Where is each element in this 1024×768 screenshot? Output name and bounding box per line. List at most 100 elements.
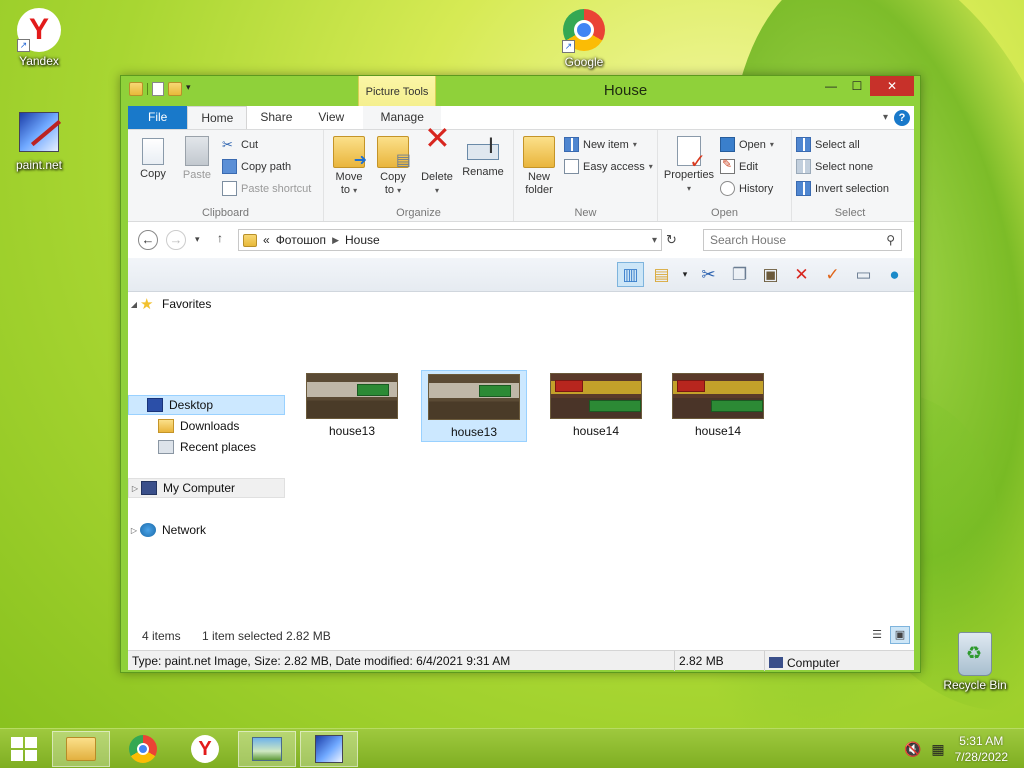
speaker-muted-icon[interactable]: 🔇 xyxy=(904,741,921,758)
tab-view[interactable]: View xyxy=(305,106,357,129)
help-button[interactable]: ? xyxy=(894,109,910,126)
chevron-down-icon: ▾ xyxy=(648,162,653,171)
invert-selection-button[interactable]: Invert selection xyxy=(796,179,904,198)
computer-icon xyxy=(769,657,783,668)
properties-button[interactable]: Properties ▾ xyxy=(662,134,716,198)
file-item[interactable]: house13 xyxy=(421,370,527,442)
expand-arrow-icon[interactable]: ▷ xyxy=(128,526,140,535)
address-overflow[interactable]: « xyxy=(263,233,270,247)
up-button[interactable]: ↑ xyxy=(217,231,223,245)
nav-item-desktop[interactable]: Desktop xyxy=(128,395,285,415)
copy-icon[interactable]: ❐ xyxy=(726,262,753,287)
chrome-icon xyxy=(129,735,157,763)
select-none-button[interactable]: Select none xyxy=(796,157,904,176)
image-thumbnail xyxy=(428,374,520,420)
file-item[interactable]: house14 xyxy=(665,370,771,442)
history-button[interactable]: History xyxy=(720,179,774,198)
move-to-button[interactable]: Move to ▾ xyxy=(328,134,370,197)
rename-button[interactable]: Rename xyxy=(460,134,506,197)
expand-arrow-icon[interactable]: ▷ xyxy=(129,484,141,493)
downloads-icon xyxy=(158,419,174,433)
tab-file[interactable]: File xyxy=(128,106,188,129)
taskbar-photo-viewer[interactable] xyxy=(238,731,296,767)
large-icons-view-icon[interactable]: ▣ xyxy=(890,626,910,644)
cut-label: Cut xyxy=(241,138,259,151)
move-to-label: Move xyxy=(335,171,363,183)
file-item[interactable]: house14 xyxy=(543,370,649,442)
address-bar[interactable]: « Фотошоп ▶ House ▾ xyxy=(238,229,662,251)
search-icon[interactable]: ⚲ xyxy=(886,233,901,247)
yandex-icon: Y xyxy=(191,735,219,763)
close-button[interactable]: ✕ xyxy=(870,76,914,96)
scissors-icon xyxy=(222,137,237,152)
paste-icon[interactable]: ▣ xyxy=(757,262,784,287)
copy-button[interactable]: Copy xyxy=(132,134,174,198)
rename-icon[interactable]: ▭ xyxy=(850,262,877,287)
chevron-down-icon[interactable]: ▾ xyxy=(652,235,661,246)
start-button[interactable] xyxy=(11,737,38,761)
maximize-button[interactable]: ☐ xyxy=(844,76,870,96)
folder-check-icon[interactable]: ▤ xyxy=(648,262,675,287)
desktop-icon-yandex[interactable]: Y ↗ Yandex xyxy=(1,8,77,68)
breadcrumb-segment[interactable]: House xyxy=(345,233,380,247)
nav-item-recent-places[interactable]: Recent places xyxy=(128,437,278,457)
new-item-button[interactable]: New item ▾ xyxy=(564,135,653,154)
select-all-button[interactable]: Select all xyxy=(796,135,904,154)
paste-button[interactable]: Paste xyxy=(176,134,218,198)
breadcrumb-segment[interactable]: Фотошоп xyxy=(276,233,326,247)
recent-locations-chevron-icon[interactable]: ▾ xyxy=(195,234,200,245)
copy-to-button[interactable]: Copy to ▾ xyxy=(372,134,414,197)
status-bar: 4 items 1 item selected 2.82 MB ☰ ▣ xyxy=(128,622,914,650)
chevron-down-icon[interactable]: ▾ xyxy=(679,262,691,287)
new-folder-button[interactable]: New folder xyxy=(518,134,560,197)
taskbar-yandex[interactable]: Y xyxy=(176,731,234,767)
tab-home[interactable]: Home xyxy=(187,106,248,129)
nav-item-downloads[interactable]: Downloads xyxy=(128,416,278,436)
chevron-down-icon: ▾ xyxy=(434,186,439,195)
title-bar[interactable]: ▾ House — ☐ ✕ xyxy=(121,76,920,106)
easy-access-button[interactable]: Easy access ▾ xyxy=(564,157,653,176)
desktop-icon-google[interactable]: ↗ Google xyxy=(546,8,622,69)
file-item[interactable]: house13 xyxy=(299,370,405,442)
nav-item-network[interactable]: ▷ Network xyxy=(128,520,278,540)
history-label: History xyxy=(739,182,774,195)
details-view-icon[interactable]: ☰ xyxy=(867,626,887,644)
history-icon xyxy=(720,181,735,196)
tab-share[interactable]: Share xyxy=(247,106,305,129)
nav-item-favorites[interactable]: ◢ Favorites xyxy=(128,294,278,314)
breadcrumb-separator-icon[interactable]: ▶ xyxy=(332,235,339,246)
network-tray-icon[interactable]: ▦ xyxy=(931,741,944,758)
nav-label: Desktop xyxy=(169,398,214,412)
desktop-icon-label: Yandex xyxy=(19,54,59,68)
open-button[interactable]: Open ▾ xyxy=(720,135,774,154)
search-input[interactable]: Search House ⚲ xyxy=(703,229,902,251)
taskbar-paintnet[interactable] xyxy=(300,731,358,767)
edit-button[interactable]: Edit xyxy=(720,157,774,176)
delete-button[interactable]: Delete ▾ xyxy=(416,132,458,197)
desktop-icon-paintnet[interactable]: paint.net xyxy=(1,110,77,172)
refresh-icon[interactable]: ↻ xyxy=(666,232,677,248)
new-folder-label: New xyxy=(527,171,550,183)
file-size: 2.82 MB xyxy=(674,651,764,671)
nav-item-my-computer[interactable]: ▷ My Computer xyxy=(128,478,285,498)
back-button[interactable]: ← xyxy=(138,230,158,250)
cut-button[interactable]: Cut xyxy=(222,135,311,154)
clock-date: 7/28/2022 xyxy=(954,750,1008,764)
taskbar-chrome[interactable] xyxy=(114,731,172,767)
preview-pane-icon[interactable]: ▥ xyxy=(617,262,644,287)
clock[interactable]: 5:31 AM 7/28/2022 xyxy=(955,733,1008,765)
desktop-icon-recycle-bin[interactable]: Recycle Bin xyxy=(937,632,1013,692)
scissors-icon[interactable]: ✂ xyxy=(695,262,722,287)
forward-button[interactable]: → xyxy=(166,230,186,250)
expand-arrow-icon[interactable]: ◢ xyxy=(128,300,140,309)
ribbon-expand-icon[interactable]: ▾ xyxy=(883,112,888,123)
paintnet-icon xyxy=(315,735,343,763)
minimize-button[interactable]: — xyxy=(818,76,844,96)
paste-shortcut-button[interactable]: Paste shortcut xyxy=(222,179,311,198)
group-label-open: Open xyxy=(711,207,738,219)
globe-icon[interactable]: ● xyxy=(881,262,908,287)
checkmark-icon[interactable]: ✓ xyxy=(819,262,846,287)
delete-icon[interactable]: ✕ xyxy=(788,262,815,287)
taskbar-file-explorer[interactable] xyxy=(52,731,110,767)
copy-path-button[interactable]: Copy path xyxy=(222,157,311,176)
